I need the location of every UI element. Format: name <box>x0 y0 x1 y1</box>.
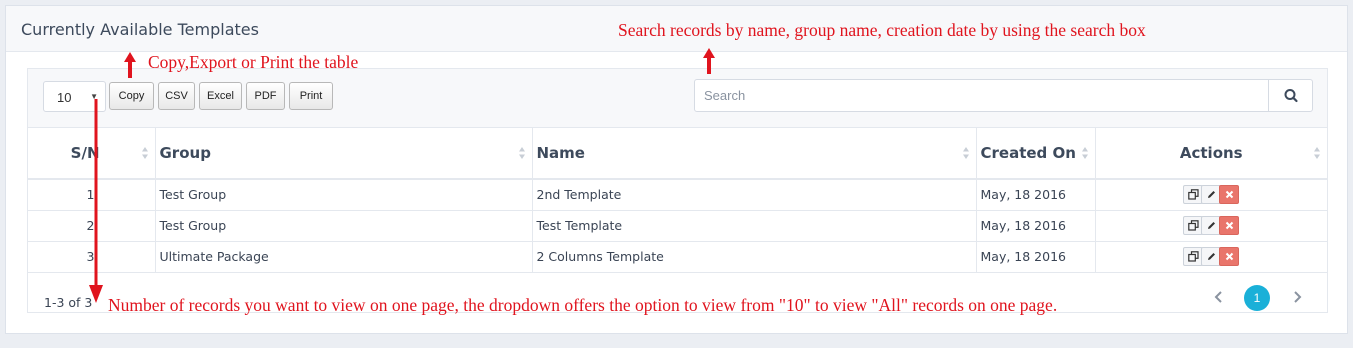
pencil-icon <box>1208 253 1216 260</box>
sort-icon <box>962 147 969 159</box>
pdf-button[interactable]: PDF <box>246 82 285 110</box>
panel-title: Currently Available Templates <box>21 20 259 39</box>
table-toolbar: 10 ▼ Copy CSV Excel PDF Print <box>28 69 1327 128</box>
arrow-up-icon <box>124 52 136 78</box>
table-info: 1-3 of 3 <box>44 295 93 310</box>
table-row: 1 Test Group 2nd Template May, 18 2016 <box>28 179 1327 211</box>
sort-icon <box>518 147 525 159</box>
column-header-actions[interactable]: Actions <box>1095 128 1327 180</box>
cell-actions <box>1095 210 1327 242</box>
copy-template-button[interactable] <box>1183 247 1204 266</box>
edit-template-button[interactable] <box>1201 216 1222 235</box>
pencil-icon <box>1208 191 1216 199</box>
pagination-prev-button[interactable] <box>1208 286 1230 308</box>
cell-created-on: May, 18 2016 <box>976 210 1096 242</box>
csv-button[interactable]: CSV <box>158 82 195 110</box>
edit-template-button[interactable] <box>1201 247 1222 266</box>
cell-group: Test Group <box>155 210 533 242</box>
templates-table: S/N Group Name Created On Actions 1 Test… <box>28 128 1327 273</box>
cell-group: Test Group <box>155 179 533 211</box>
arrow-down-icon <box>89 99 103 303</box>
cell-name: Test Template <box>532 210 977 242</box>
copy-icon <box>1188 220 1199 231</box>
sort-icon <box>141 147 148 159</box>
delete-template-button[interactable] <box>1219 247 1240 266</box>
delete-x-icon <box>1226 252 1234 261</box>
cell-actions <box>1095 241 1327 273</box>
chevron-right-icon <box>1294 291 1302 303</box>
annotation-export: Copy,Export or Print the table <box>148 52 359 72</box>
excel-button[interactable]: Excel <box>199 82 242 110</box>
annotation-search: Search records by name, group name, crea… <box>618 20 1146 40</box>
pagination-page-button[interactable]: 1 <box>1244 285 1270 311</box>
sort-icon <box>1314 147 1320 159</box>
column-header-name[interactable]: Name <box>532 128 977 180</box>
search-box <box>694 79 1313 112</box>
table-row: 2 Test Group Test Template May, 18 2016 <box>28 210 1327 242</box>
arrow-up-icon <box>703 48 715 74</box>
search-input[interactable] <box>695 80 1269 111</box>
cell-group: Ultimate Package <box>155 241 533 273</box>
templates-table-container: 10 ▼ Copy CSV Excel PDF Print Search S/N… <box>27 68 1328 313</box>
column-header-group[interactable]: Group <box>155 128 533 180</box>
pencil-icon <box>1208 222 1216 229</box>
chevron-left-icon <box>1214 291 1222 303</box>
delete-x-icon <box>1226 191 1234 199</box>
edit-template-button[interactable] <box>1201 185 1222 205</box>
delete-x-icon <box>1226 221 1234 230</box>
copy-icon <box>1188 189 1199 200</box>
cell-created-on: May, 18 2016 <box>976 179 1096 211</box>
print-button[interactable]: Print <box>289 82 333 110</box>
cell-name: 2nd Template <box>532 179 977 211</box>
column-header-label: Group <box>159 144 211 162</box>
cell-actions <box>1095 179 1327 211</box>
page-length-value: 10 <box>57 90 72 105</box>
search-icon <box>1284 89 1298 103</box>
column-header-created-on[interactable]: Created On <box>976 128 1096 180</box>
delete-template-button[interactable] <box>1219 216 1240 235</box>
copy-button[interactable]: Copy <box>109 82 154 110</box>
column-header-label: Actions <box>1179 144 1243 162</box>
annotation-page-length: Number of records you want to view on on… <box>108 295 1058 315</box>
sort-icon <box>1081 147 1088 159</box>
delete-template-button[interactable] <box>1219 185 1240 205</box>
table-row: 3 Ultimate Package 2 Columns Template Ma… <box>28 241 1327 273</box>
copy-template-button[interactable] <box>1183 185 1204 205</box>
column-header-label: Name <box>536 144 585 162</box>
cell-created-on: May, 18 2016 <box>976 241 1096 273</box>
pagination-next-button[interactable] <box>1286 286 1308 308</box>
table-header-row: S/N Group Name Created On Actions <box>28 128 1327 180</box>
search-button[interactable] <box>1268 80 1312 111</box>
cell-name: 2 Columns Template <box>532 241 977 273</box>
copy-icon <box>1188 251 1199 262</box>
copy-template-button[interactable] <box>1183 216 1204 235</box>
column-header-label: Created On <box>980 144 1076 162</box>
